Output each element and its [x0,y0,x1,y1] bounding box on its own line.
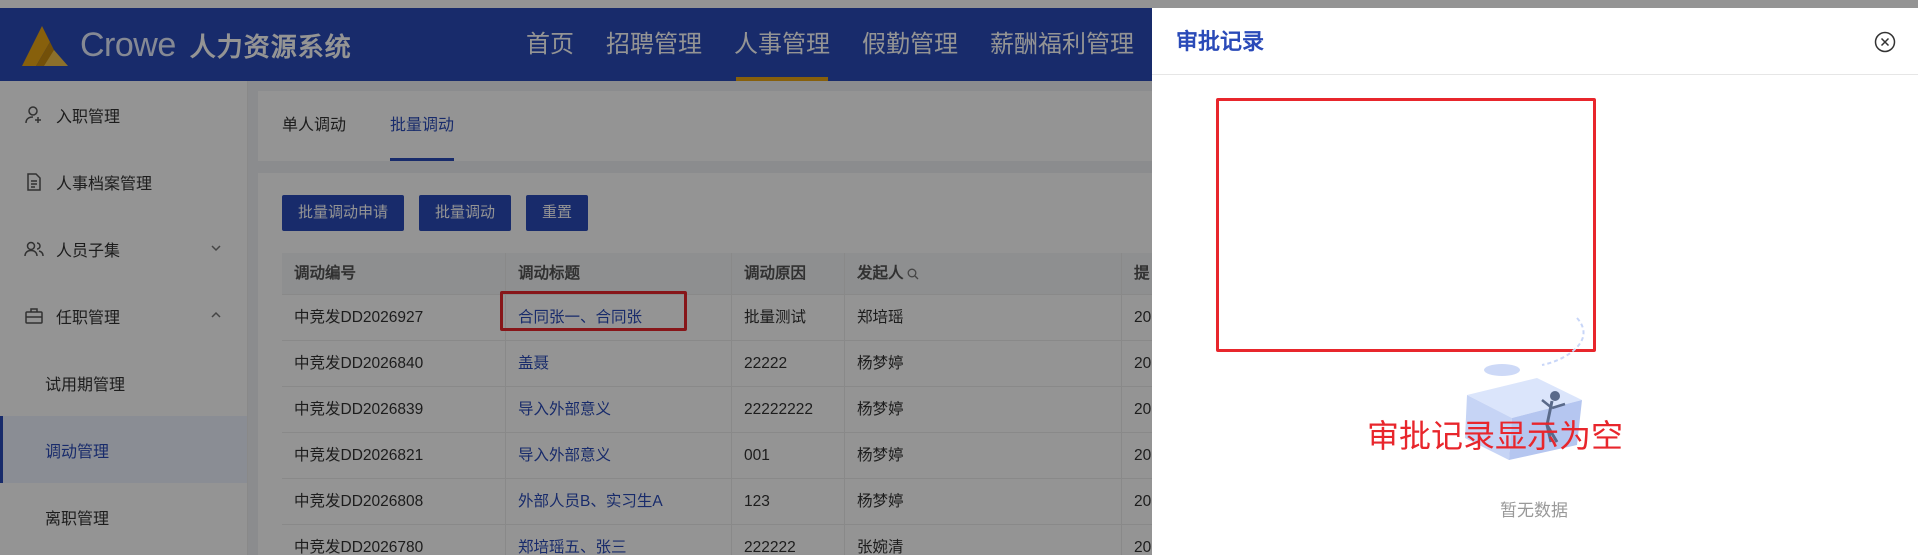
drawer-title: 审批记录 [1176,29,1265,54]
drawer-header: 审批记录 [1152,8,1918,75]
approval-record-drawer: 审批记录 审批记录显示为空 暂无数据 [1152,8,1918,555]
annotation-text: 审批记录显示为空 [1367,418,1624,454]
close-circle-icon[interactable] [1874,31,1896,53]
empty-state-text: 暂无数据 [1500,501,1568,520]
app-window: Crowe 人力资源系统 首页 招聘管理 人事管理 假勤管理 薪酬福利管理 官 … [0,0,1918,555]
